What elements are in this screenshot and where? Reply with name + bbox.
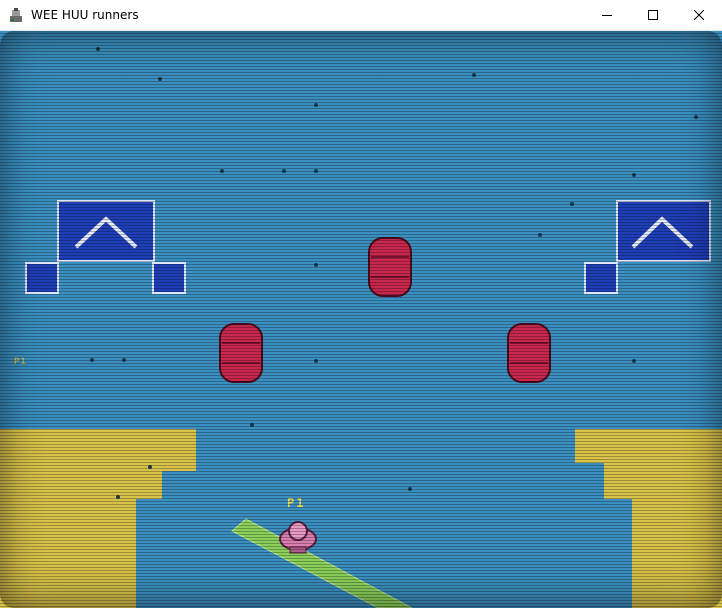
maximize-icon <box>648 10 658 20</box>
game-app-icon <box>8 7 24 23</box>
player-tag: P1 <box>287 496 306 510</box>
red-bumper-right <box>507 323 551 383</box>
window-title: WEE HUU runners <box>31 8 139 22</box>
side-player-tag: P1 <box>14 357 27 367</box>
maximize-button[interactable] <box>630 0 676 30</box>
minimize-button[interactable] <box>584 0 630 30</box>
red-bumper-center <box>368 237 412 297</box>
minimize-icon <box>602 15 612 16</box>
red-bumper-left <box>219 323 263 383</box>
game-viewport[interactable]: P1 P1 <box>0 31 722 608</box>
close-icon <box>694 10 704 20</box>
window-titlebar: WEE HUU runners <box>0 0 722 31</box>
game-scene <box>0 31 722 608</box>
close-button[interactable] <box>676 0 722 30</box>
